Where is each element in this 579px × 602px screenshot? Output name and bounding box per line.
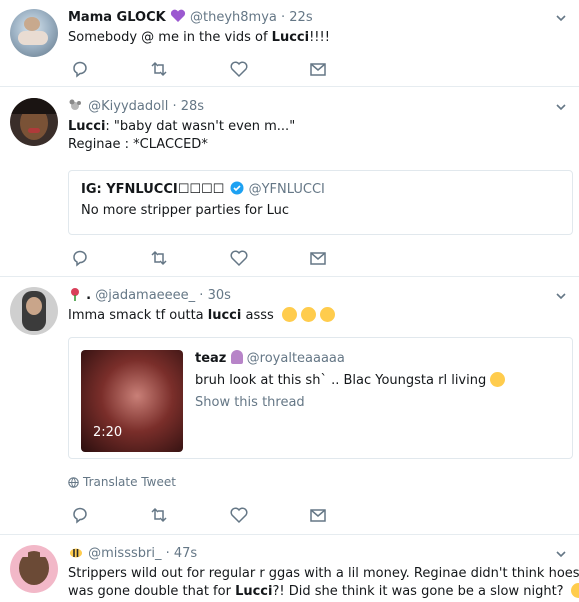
quoted-text: bruh look at this sh` .. Blac Youngsta r… — [195, 372, 506, 388]
tweet-text: Strippers wild out for regular r ggas wi… — [68, 565, 579, 601]
message-icon[interactable] — [308, 505, 328, 525]
purple-heart-icon — [170, 9, 185, 22]
tweet-header: @Kiyydadoll · 28s — [68, 98, 204, 114]
like-icon[interactable] — [229, 59, 249, 79]
handle[interactable]: @theyh8mya — [190, 10, 277, 25]
tweet-header: @misssbri_ · 47s — [68, 545, 197, 561]
handle[interactable]: @misssbri_ — [88, 546, 161, 561]
tweet-actions — [68, 248, 338, 268]
handle-prefix: . — [86, 288, 92, 303]
timestamp[interactable]: 47s — [174, 546, 197, 561]
quoted-display-name: teaz — [195, 351, 227, 366]
crying-face-icon — [570, 583, 579, 598]
tweet-text: Imma smack tf outta lucci asss — [68, 307, 568, 325]
tweet-actions — [68, 59, 338, 79]
avatar[interactable] — [10, 98, 58, 146]
retweet-icon[interactable] — [149, 248, 169, 268]
video-thumbnail[interactable]: 2:20 — [81, 350, 183, 452]
message-icon[interactable] — [308, 59, 328, 79]
like-icon[interactable] — [229, 248, 249, 268]
video-duration: 2:20 — [93, 425, 123, 440]
avatar[interactable] — [10, 287, 58, 335]
dog-emoji-icon — [69, 99, 81, 110]
person-emoji-icon — [230, 350, 243, 364]
reply-icon[interactable] — [70, 59, 90, 79]
quoted-handle: @YFNLUCCI — [248, 182, 325, 197]
tweet-text: Lucci: "baby dat wasn't even m..." Regin… — [68, 119, 296, 152]
tweet[interactable]: . @jadamaeeee_ · 30s Imma smack tf outta… — [0, 277, 579, 535]
reply-icon[interactable] — [70, 248, 90, 268]
chevron-down-icon[interactable] — [555, 12, 567, 24]
tweet-actions — [68, 505, 338, 525]
timestamp[interactable]: 30s — [208, 288, 231, 303]
tweet[interactable]: Mama GLOCK @theyh8mya · 22s Somebody @ m… — [0, 0, 579, 87]
frowning-face-icon — [281, 307, 297, 322]
bee-emoji-icon — [70, 548, 82, 558]
tweet[interactable]: @Kiyydadoll · 28s Lucci: "baby dat wasn'… — [0, 87, 579, 277]
handle[interactable]: @Kiyydadoll — [88, 99, 168, 114]
frowning-face-icon — [320, 307, 336, 322]
quoted-tweet[interactable]: IG: YFNLUCCI☐☐☐☐ @YFNLUCCI No more strip… — [68, 170, 573, 235]
handle[interactable]: @jadamaeeee_ — [95, 288, 195, 303]
tweet-header: . @jadamaeeee_ · 30s — [68, 287, 231, 303]
verified-icon — [230, 181, 244, 195]
quoted-text: No more stripper parties for Luc — [81, 203, 290, 218]
timestamp[interactable]: 22s — [289, 10, 312, 25]
message-icon[interactable] — [308, 248, 328, 268]
quoted-tweet[interactable]: 2:20 teaz @royalteaaaaa bruh look at thi… — [68, 337, 573, 459]
chevron-down-icon[interactable] — [555, 290, 567, 302]
globe-icon — [68, 477, 79, 488]
reply-icon[interactable] — [70, 505, 90, 525]
chevron-down-icon[interactable] — [555, 548, 567, 560]
show-thread-link[interactable]: Show this thread — [195, 395, 305, 410]
tweet[interactable]: @misssbri_ · 47s Strippers wild out for … — [0, 535, 579, 602]
tweet-header: Mama GLOCK @theyh8mya · 22s — [68, 9, 313, 25]
display-name[interactable]: Mama GLOCK — [68, 10, 166, 25]
chevron-down-icon[interactable] — [555, 101, 567, 113]
weary-face-icon — [490, 372, 506, 387]
avatar[interactable] — [10, 9, 58, 57]
quoted-handle: @royalteaaaaa — [246, 351, 345, 366]
retweet-icon[interactable] — [149, 505, 169, 525]
translate-tweet[interactable]: Translate Tweet — [68, 475, 176, 489]
avatar[interactable] — [10, 545, 58, 593]
like-icon[interactable] — [229, 505, 249, 525]
quoted-display-name: IG: YFNLUCCI☐☐☐☐ — [81, 182, 225, 197]
timestamp[interactable]: 28s — [181, 99, 204, 114]
frowning-face-icon — [301, 307, 317, 322]
retweet-icon[interactable] — [149, 59, 169, 79]
rose-emoji-icon — [71, 288, 79, 301]
tweet-text: Somebody @ me in the vids of Lucci!!!! — [68, 30, 330, 45]
